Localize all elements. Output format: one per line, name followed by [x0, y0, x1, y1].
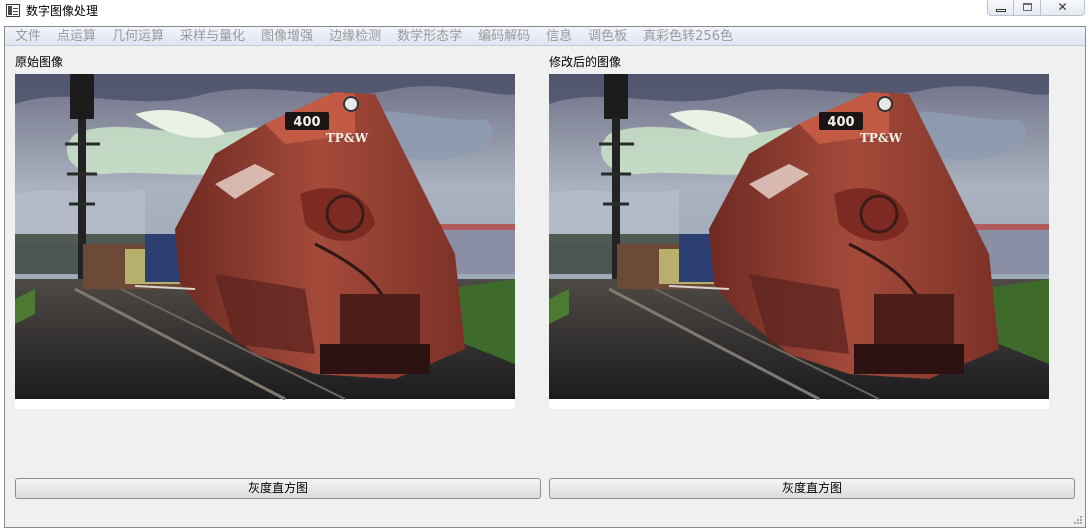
title-bar: 数字图像处理 ✕: [0, 0, 1091, 22]
menu-point-operations[interactable]: 点运算: [49, 28, 104, 45]
close-button[interactable]: ✕: [1041, 0, 1085, 16]
menu-info[interactable]: 信息: [538, 28, 580, 45]
menu-file[interactable]: 文件: [7, 28, 49, 45]
menu-truecolor-to-256[interactable]: 真彩色转256色: [635, 28, 741, 45]
menu-image-enhancement[interactable]: 图像增强: [253, 28, 321, 45]
modified-image: 400 TP&W: [549, 74, 1049, 409]
maximize-icon: [1023, 3, 1032, 11]
modified-image-label: 修改后的图像: [549, 55, 622, 69]
original-image-photo: 400 TP&W: [15, 74, 515, 401]
menu-geometric-operations[interactable]: 几何运算: [104, 28, 172, 45]
menu-palette[interactable]: 调色板: [580, 28, 635, 45]
maximize-button[interactable]: [1014, 0, 1041, 16]
locomotive-number-text: 400: [293, 115, 320, 130]
menu-encode-decode[interactable]: 编码解码: [470, 28, 538, 45]
locomotive-number-text: 400: [827, 115, 854, 130]
locomotive-logo-text: TP&W: [860, 131, 903, 145]
main-window-client: 文件 点运算 几何运算 采样与量化 图像增强 边缘检测 数学形态学 编码解码 信…: [4, 26, 1086, 528]
menu-sampling-quantization[interactable]: 采样与量化: [172, 28, 253, 45]
modified-histogram-button[interactable]: 灰度直方图: [549, 478, 1075, 499]
close-icon: ✕: [1057, 0, 1068, 14]
menu-morphology[interactable]: 数学形态学: [389, 28, 470, 45]
window-title: 数字图像处理: [26, 4, 99, 18]
minimize-button[interactable]: [987, 0, 1014, 16]
menu-bar: 文件 点运算 几何运算 采样与量化 图像增强 边缘检测 数学形态学 编码解码 信…: [5, 27, 1085, 46]
resize-grip-icon[interactable]: [1073, 515, 1083, 525]
original-image: 400 TP&W: [15, 74, 515, 409]
locomotive-logo-text: TP&W: [326, 131, 369, 145]
minimize-icon: [996, 9, 1006, 12]
menu-edge-detection[interactable]: 边缘检测: [321, 28, 389, 45]
app-window-icon: [6, 4, 20, 17]
original-histogram-button[interactable]: 灰度直方图: [15, 478, 541, 499]
modified-image-photo: 400 TP&W: [549, 74, 1049, 401]
original-image-label: 原始图像: [15, 55, 64, 69]
window-controls: ✕: [987, 0, 1085, 16]
